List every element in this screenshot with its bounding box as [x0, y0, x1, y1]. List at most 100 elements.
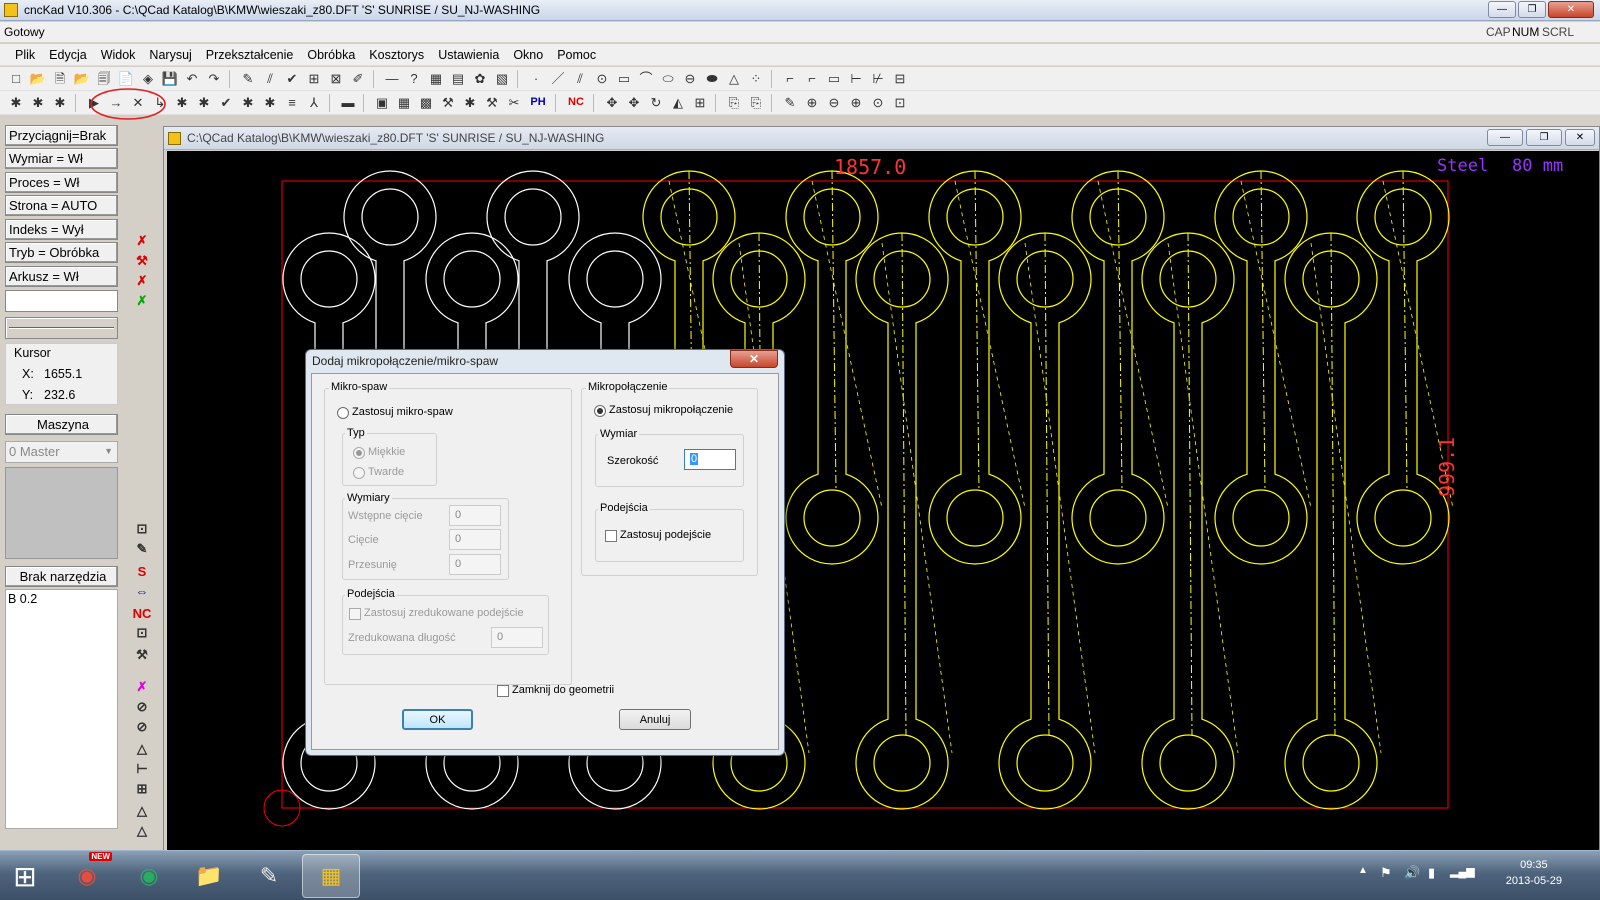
network-icon[interactable]: ▂▄▆: [1450, 865, 1475, 878]
processing-tool-icon[interactable]: PH: [526, 93, 550, 113]
standard-tool-icon[interactable]: ⬭: [658, 69, 678, 89]
standard-tool-icon[interactable]: ⌐: [802, 69, 822, 89]
ok-button[interactable]: OK: [402, 709, 473, 730]
standard-tool-icon[interactable]: ✎: [238, 69, 258, 89]
processing-tool-icon[interactable]: ↻: [646, 93, 666, 113]
side-tool-icon[interactable]: △: [133, 740, 151, 758]
hanger-part[interactable]: [1284, 232, 1382, 810]
side-tool-icon[interactable]: ⊡: [133, 624, 151, 642]
processing-tool-icon[interactable]: ⅄: [304, 93, 324, 113]
standard-tool-icon[interactable]: ⫽: [260, 69, 280, 89]
width-input[interactable]: 0: [684, 449, 736, 470]
menu-okno[interactable]: Okno: [506, 48, 550, 62]
index-toggle-button[interactable]: Indeks = Wył: [5, 219, 118, 240]
processing-tool-icon[interactable]: ✱: [6, 93, 26, 113]
processing-tool-icon[interactable]: ✱: [50, 93, 70, 113]
side-tool-icon[interactable]: NC: [133, 604, 152, 622]
standard-tool-icon[interactable]: ·: [526, 69, 546, 89]
standard-tool-icon[interactable]: ↶: [182, 69, 202, 89]
standard-tool-icon[interactable]: ／: [548, 69, 568, 89]
dimension-toggle-button[interactable]: Wymiar = Wł: [5, 148, 118, 169]
side-tool-icon[interactable]: ⊡: [133, 520, 151, 538]
menu-obrobka[interactable]: Obróbka: [300, 48, 362, 62]
side-tool-icon[interactable]: ⊞: [133, 780, 151, 798]
sheet-toggle-button[interactable]: Arkusz = Wł: [5, 266, 118, 287]
standard-tool-icon[interactable]: ⊬: [868, 69, 888, 89]
standard-tool-icon[interactable]: ▦: [426, 69, 446, 89]
processing-tool-icon[interactable]: ⊞: [690, 93, 710, 113]
processing-tool-icon[interactable]: ✱: [460, 93, 480, 113]
processing-tool-icon[interactable]: ⚒: [438, 93, 458, 113]
hard-type-radio[interactable]: [353, 467, 365, 479]
processing-tool-icon[interactable]: ◭: [668, 93, 688, 113]
processing-tool-icon[interactable]: ✎: [780, 93, 800, 113]
close-to-geometry-checkbox[interactable]: [497, 685, 509, 697]
standard-tool-icon[interactable]: —: [382, 69, 402, 89]
cancel-button[interactable]: Anuluj: [619, 709, 691, 730]
power-icon[interactable]: ▮: [1428, 865, 1435, 881]
processing-tool-icon[interactable]: NC: [564, 93, 588, 113]
standard-tool-icon[interactable]: ✿: [470, 69, 490, 89]
processing-tool-icon[interactable]: ✱: [238, 93, 258, 113]
standard-tool-icon[interactable]: ⊟: [890, 69, 910, 89]
processing-tool-icon[interactable]: ✱: [260, 93, 280, 113]
clock[interactable]: 09:35 2013-05-29: [1506, 857, 1562, 889]
initial-cut-input[interactable]: 0: [449, 505, 501, 526]
close-button[interactable]: ✕: [1548, 1, 1594, 18]
tray-expand-icon[interactable]: ▲: [1358, 865, 1368, 876]
menu-ustawienia[interactable]: Ustawienia: [431, 48, 506, 62]
standard-tool-icon[interactable]: ↷: [204, 69, 224, 89]
processing-tool-icon[interactable]: ✂: [504, 93, 524, 113]
standard-tool-icon[interactable]: ⬬: [702, 69, 722, 89]
hanger-part[interactable]: [785, 170, 883, 565]
hanger-part[interactable]: [998, 232, 1096, 810]
minimize-button[interactable]: —: [1488, 1, 1516, 18]
reduced-length-input[interactable]: 0: [491, 627, 543, 648]
standard-tool-icon[interactable]: ▧: [492, 69, 512, 89]
snap-toggle-button[interactable]: Przyciągnij=Brak: [5, 125, 118, 146]
doc-close-button[interactable]: ✕: [1565, 129, 1595, 146]
processing-tool-icon[interactable]: ⚒: [482, 93, 502, 113]
processing-tool-icon[interactable]: ▣: [372, 93, 392, 113]
standard-tool-icon[interactable]: ⁘: [746, 69, 766, 89]
process-toggle-button[interactable]: Proces = Wł: [5, 172, 118, 193]
menu-kosztorys[interactable]: Kosztorys: [362, 48, 431, 62]
standard-tool-icon[interactable]: □: [6, 69, 26, 89]
reduced-approach-checkbox[interactable]: [349, 608, 361, 620]
apply-approach-checkbox[interactable]: [605, 530, 617, 542]
processing-tool-icon[interactable]: ⊕: [802, 93, 822, 113]
side-tool-icon[interactable]: S: [133, 562, 151, 580]
blank-field[interactable]: [5, 290, 118, 312]
processing-tool-icon[interactable]: ✱: [172, 93, 192, 113]
processing-tool-icon[interactable]: ✱: [194, 93, 214, 113]
maximize-button[interactable]: ❐: [1518, 1, 1546, 18]
standard-tool-icon[interactable]: ⊖: [680, 69, 700, 89]
standard-tool-icon[interactable]: ▤: [448, 69, 468, 89]
hanger-part[interactable]: [1071, 170, 1169, 565]
side-toggle-button[interactable]: Strona = AUTO: [5, 195, 118, 216]
hanger-part[interactable]: [1214, 170, 1312, 565]
side-tool-icon[interactable]: ⚒: [133, 646, 151, 664]
standard-tool-icon[interactable]: ?: [404, 69, 424, 89]
apply-microjoint-radio[interactable]: [594, 405, 606, 417]
standard-tool-icon[interactable]: △: [724, 69, 744, 89]
processing-tool-icon[interactable]: ✔: [216, 93, 236, 113]
side-tool-icon[interactable]: ⊢: [133, 760, 151, 778]
machine-select[interactable]: 0 Master ▼: [5, 441, 118, 463]
hanger-part[interactable]: [1356, 170, 1454, 565]
tool-button[interactable]: Brak narzędzia: [5, 566, 118, 587]
soft-type-radio[interactable]: [353, 447, 365, 459]
standard-tool-icon[interactable]: ⊠: [326, 69, 346, 89]
standard-tool-icon[interactable]: ⫽: [570, 69, 590, 89]
taskbar-chrome[interactable]: ◉: [120, 854, 178, 898]
side-tool-icon[interactable]: △: [133, 802, 151, 820]
standard-tool-icon[interactable]: ▭: [614, 69, 634, 89]
mode-toggle-button[interactable]: Tryb = Obróbka: [5, 242, 118, 263]
menu-narysuj[interactable]: Narysuj: [142, 48, 198, 62]
standard-tool-icon[interactable]: ⌐: [780, 69, 800, 89]
hanger-part[interactable]: [1141, 232, 1239, 810]
processing-tool-icon[interactable]: ⊙: [868, 93, 888, 113]
processing-tool-icon[interactable]: ✥: [602, 93, 622, 113]
standard-tool-icon[interactable]: ✔: [282, 69, 302, 89]
standard-tool-icon[interactable]: ⊞: [304, 69, 324, 89]
